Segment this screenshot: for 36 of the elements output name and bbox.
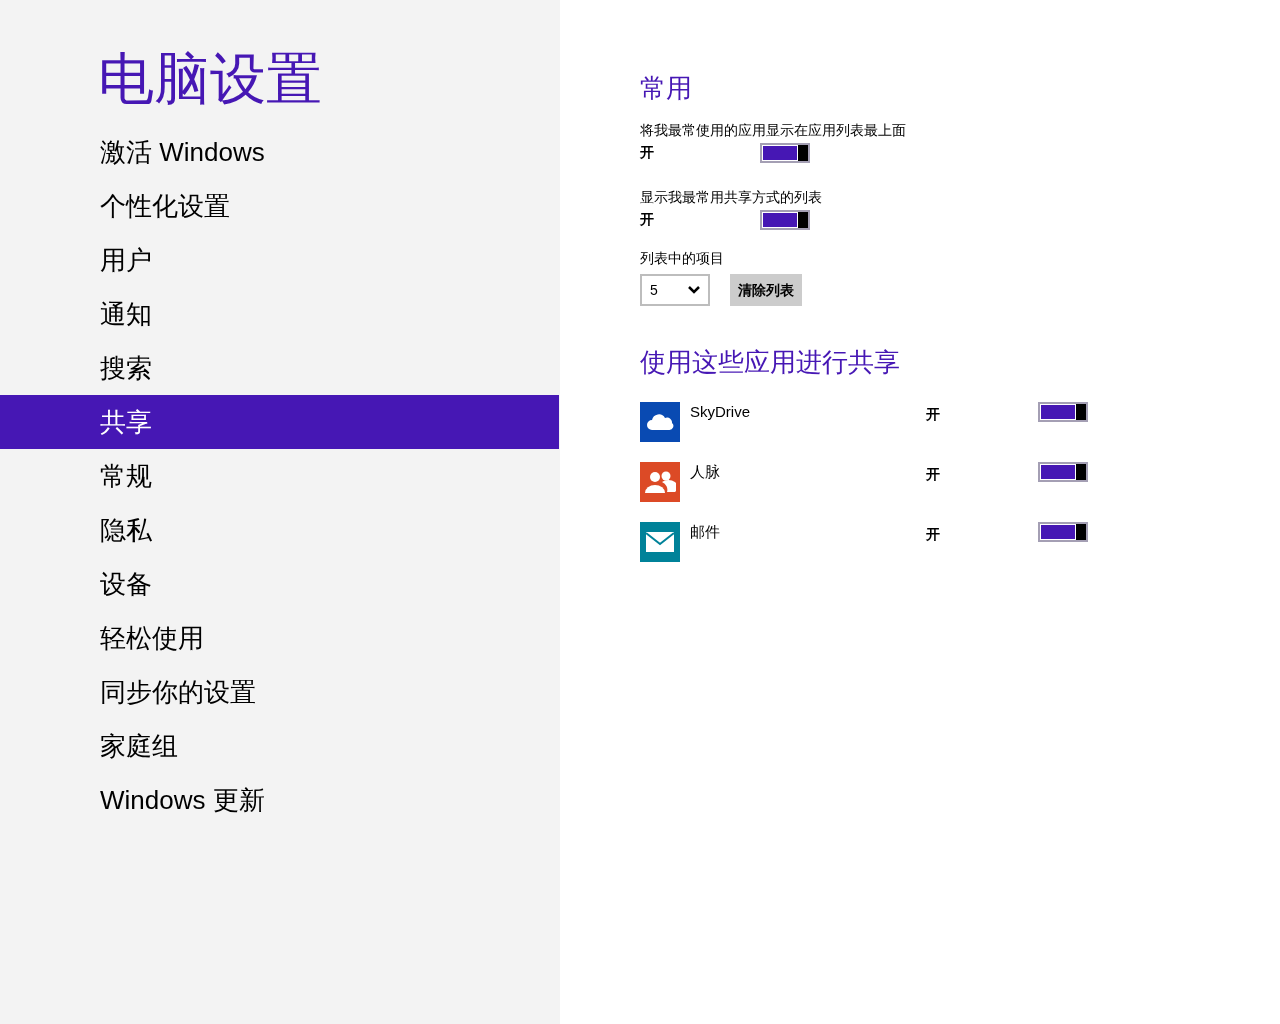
- dropdown-value: 5: [650, 280, 658, 300]
- toggle-switch[interactable]: [1038, 462, 1088, 482]
- page-title: 电脑设置: [98, 46, 322, 112]
- nav-item[interactable]: 常规: [0, 449, 559, 503]
- nav-item[interactable]: 家庭组: [0, 719, 559, 773]
- toggle-switch[interactable]: [760, 209, 810, 230]
- toggle-switch[interactable]: [760, 142, 810, 163]
- app-name: 邮件: [690, 522, 721, 542]
- nav-item[interactable]: 用户: [0, 233, 559, 287]
- app-name: SkyDrive: [690, 402, 751, 422]
- nav-item[interactable]: 隐私: [0, 503, 559, 557]
- section-heading: 使用这些应用进行共享: [640, 346, 900, 379]
- toggle-state: 开: [640, 210, 655, 229]
- nav-item[interactable]: 通知: [0, 287, 559, 341]
- nav-item[interactable]: 激活 Windows: [0, 125, 559, 179]
- toggle-state: 开: [640, 143, 655, 162]
- toggle-state: 开: [926, 465, 941, 484]
- nav-item[interactable]: 轻松使用: [0, 611, 559, 665]
- setting-label: 列表中的项目: [640, 249, 724, 268]
- clear-list-button[interactable]: 清除列表: [730, 274, 802, 306]
- chevron-down-icon: [688, 286, 700, 294]
- section-heading: 常用: [640, 72, 692, 105]
- nav-item[interactable]: 同步你的设置: [0, 665, 559, 719]
- app-name: 人脉: [690, 462, 721, 482]
- nav-item[interactable]: 设备: [0, 557, 559, 611]
- toggle-state: 开: [926, 405, 941, 424]
- items-dropdown[interactable]: 5: [640, 274, 710, 306]
- toggle-switch[interactable]: [1038, 402, 1088, 422]
- nav-item[interactable]: Windows 更新: [0, 773, 559, 827]
- nav-item[interactable]: 搜索: [0, 341, 559, 395]
- nav-item[interactable]: 共享: [0, 395, 559, 449]
- setting-label: 将我最常使用的应用显示在应用列表最上面: [640, 121, 906, 140]
- nav-item[interactable]: 个性化设置: [0, 179, 559, 233]
- setting-label: 显示我最常用共享方式的列表: [640, 188, 822, 207]
- toggle-switch[interactable]: [1038, 522, 1088, 542]
- toggle-state: 开: [926, 525, 941, 544]
